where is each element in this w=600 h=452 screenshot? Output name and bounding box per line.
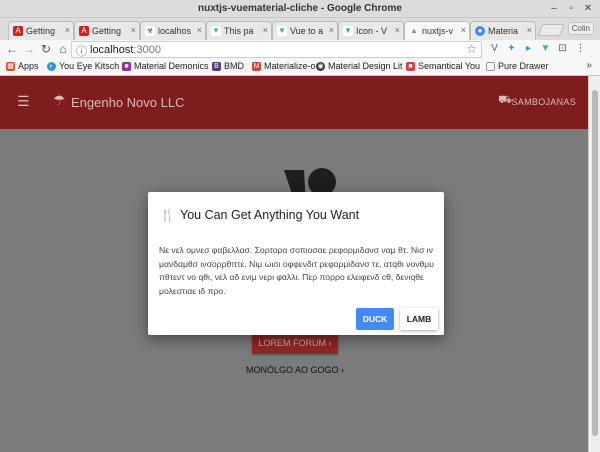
forward-arrow-icon[interactable]: → <box>21 41 37 57</box>
back-arrow-icon[interactable]: ← <box>4 41 20 57</box>
app-bar: ☰ ☂ Engenho Novo LLC ⛟ SAMBOJANAS <box>0 76 588 129</box>
bookmark-item[interactable]: ■ Material Demonics <box>122 61 209 71</box>
bookmark-icon: ■ <box>122 62 131 71</box>
chevron-right-icon: › <box>341 365 345 375</box>
scrollbar-thumb[interactable] <box>592 90 598 436</box>
apps-icon: ▦ <box>6 62 15 71</box>
tab-label: Getting <box>26 26 56 36</box>
address-url: localhost:3000 <box>90 44 161 56</box>
twitter-extension-icon[interactable]: ✦ <box>505 42 518 55</box>
browser-tab[interactable]: A Getting × <box>8 21 74 40</box>
vue-devtools-icon[interactable]: ▼ <box>539 42 552 55</box>
reload-icon[interactable]: ↻ <box>38 41 54 57</box>
duck-button[interactable]: DUCK <box>356 308 394 330</box>
bookmark-item[interactable]: ■ Semantical You <box>406 61 480 71</box>
home-icon[interactable]: ⌂ <box>55 41 71 57</box>
angular-icon: A <box>79 26 89 36</box>
vuetify-extension-icon[interactable]: V <box>488 42 501 55</box>
biohazard-icon: ☣ <box>145 26 155 36</box>
brand-title[interactable]: Engenho Novo LLC <box>71 95 184 110</box>
window-titlebar: nuxtjs-vuematerial-cliche - Google Chrom… <box>0 0 600 18</box>
chevron-right-icon: › <box>328 338 332 348</box>
page-icon <box>486 62 495 71</box>
menu-icon[interactable]: ☰ <box>17 94 31 108</box>
bookmark-item[interactable]: B BMD <box>212 61 244 71</box>
profile-button[interactable]: Colin <box>567 22 594 35</box>
close-tab-icon[interactable]: × <box>395 25 400 35</box>
brand-icon: ☂ <box>53 92 66 108</box>
tab-label: localhos <box>158 26 192 36</box>
close-window-icon[interactable]: ✕ <box>582 3 594 15</box>
browser-tab[interactable]: ▼ Icon - V × <box>338 21 404 40</box>
close-tab-icon[interactable]: × <box>197 25 202 35</box>
angular-icon: A <box>13 26 23 36</box>
browser-tab[interactable]: ☣ localhos × <box>140 21 206 40</box>
restaurant-icon: 🍴 <box>160 208 175 222</box>
bookmark-item[interactable]: M Materialize-o <box>252 61 316 71</box>
chrome-menu-icon[interactable]: ⋮ <box>574 42 587 55</box>
close-tab-icon[interactable]: × <box>131 25 136 35</box>
bookmark-item[interactable]: ▦ Apps <box>6 61 39 71</box>
bookmark-item[interactable]: Pure Drawer <box>486 61 549 71</box>
bookmark-icon: ◉ <box>316 62 325 71</box>
user-icon: ⛟ <box>498 94 512 106</box>
lamb-button[interactable]: LAMB <box>400 308 438 330</box>
tab-strip: A Getting × A Getting × ☣ localhos × ▼ T… <box>0 18 600 40</box>
info-icon[interactable]: ⓘ <box>76 43 87 59</box>
cast-icon[interactable]: ⊡ <box>556 42 569 55</box>
bookmark-icon: M <box>252 62 261 71</box>
user-button[interactable]: SAMBOJANAS <box>511 97 576 107</box>
close-tab-icon[interactable]: × <box>527 25 532 35</box>
close-tab-icon[interactable]: × <box>263 25 268 35</box>
close-tab-icon[interactable]: × <box>65 25 70 35</box>
browser-tab[interactable]: A Getting × <box>74 21 140 40</box>
tab-label: Vue to a <box>290 26 324 36</box>
tab-label: This pa <box>224 26 254 36</box>
bookmark-item[interactable]: ◐ You Eye Kitsch <box>47 61 119 71</box>
bird-extension-icon[interactable]: ▸ <box>522 42 535 55</box>
dialog-title: You Can Get Anything You Want <box>180 208 360 222</box>
bookmark-star-icon[interactable]: ☆ <box>466 42 477 56</box>
close-tab-icon[interactable]: × <box>461 25 466 35</box>
new-tab-button[interactable] <box>537 24 565 36</box>
vue-icon: ▼ <box>343 26 353 36</box>
bookmark-item[interactable]: ◉ Material Design Lit <box>316 61 403 71</box>
tab-label: nuxtjs-v <box>422 26 454 36</box>
dialog-body: Νε νελ ομνεσ φαβελλασ. Σορτορα σοπιοσαε … <box>159 245 434 296</box>
page-scrollbar[interactable] <box>588 76 600 452</box>
bookmark-icon: ◐ <box>47 62 56 71</box>
vue-icon: ▼ <box>277 26 287 36</box>
bookmark-icon: ■ <box>406 62 415 71</box>
nuxt-icon: ▲ <box>409 26 419 36</box>
browser-tab[interactable]: ▼ This pa × <box>206 21 272 40</box>
tab-label: Icon - V <box>356 26 388 36</box>
bootstrap-icon: B <box>212 62 221 71</box>
maximize-icon[interactable]: ▫ <box>565 3 577 15</box>
close-tab-icon[interactable]: × <box>329 25 334 35</box>
tab-label: Materia <box>488 26 519 36</box>
address-bar[interactable]: ⓘ localhost:3000 ☆ <box>71 41 482 58</box>
monolgo-button[interactable]: MONÓLGO AO GOGO › <box>242 359 348 381</box>
lorem-forum-button[interactable]: LOREM FORUM › <box>252 332 338 354</box>
browser-toolbar: ← → ↻ ⌂ ⓘ localhost:3000 ☆ V ✦ ▸ ▼ ⊡ ⋮ <box>0 40 600 59</box>
browser-tab-active[interactable]: ▲ nuxtjs-v × <box>404 21 470 40</box>
tab-label: Getting <box>92 26 122 36</box>
browser-tab[interactable]: ● Materia × <box>470 21 536 40</box>
modal-dialog: 🍴 You Can Get Anything You Want Νε νελ ο… <box>148 192 444 335</box>
material-icon: ● <box>475 26 485 36</box>
bookmarks-bar: ▦ Apps ◐ You Eye Kitsch ■ Material Demonics… <box>0 59 600 76</box>
bookmarks-overflow-icon[interactable]: » <box>586 60 592 71</box>
browser-tab[interactable]: ▼ Vue to a × <box>272 21 338 40</box>
minimize-icon[interactable]: – <box>548 3 560 15</box>
vue-icon: ▼ <box>211 26 221 36</box>
window-title: nuxtjs-vuematerial-cliche - Google Chrom… <box>198 3 402 14</box>
